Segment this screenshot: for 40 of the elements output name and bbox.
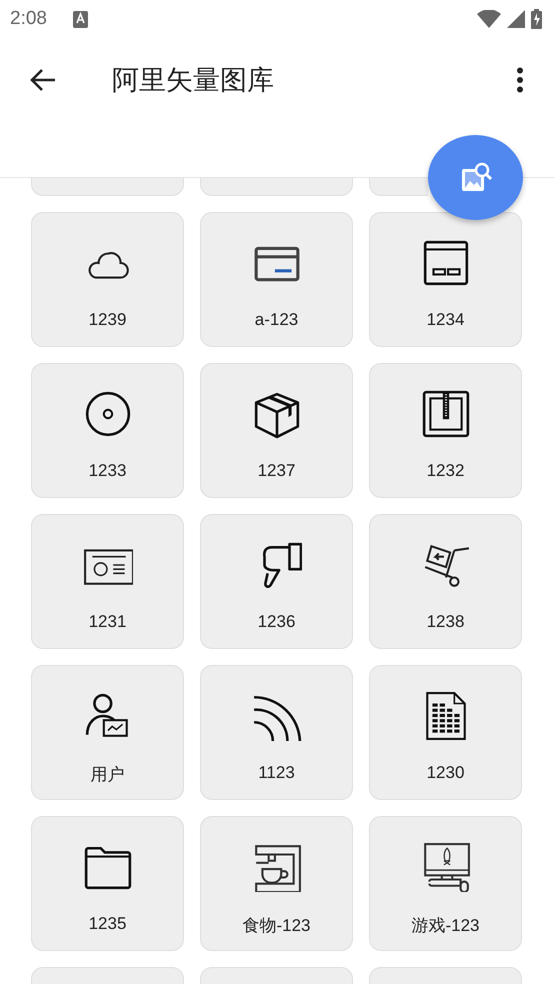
zipper-frame-icon <box>420 389 470 439</box>
icon-tile[interactable]: a-123 <box>200 212 353 347</box>
icon-label: 1239 <box>88 310 126 330</box>
icon-tile[interactable]: 游戏-123 <box>369 816 522 951</box>
wifi-icon <box>477 10 501 28</box>
icon-tile[interactable]: 1235 <box>31 816 184 951</box>
icon-label: 1233 <box>88 461 126 481</box>
icon-label: 用户 <box>90 764 124 786</box>
icon-tile[interactable]: 1231 <box>31 514 184 649</box>
icon-tile[interactable]: 1239 <box>31 212 184 347</box>
battery-charging-icon <box>531 9 542 29</box>
icon-tile[interactable]: 用户 <box>31 665 184 800</box>
icon-label: 1231 <box>88 612 126 632</box>
icon-label: 1234 <box>426 310 464 330</box>
cell-signal-icon <box>507 10 525 28</box>
icon-label: 1237 <box>258 461 296 481</box>
icon-tile[interactable]: 1232 <box>369 363 522 498</box>
icon-label: 1123 <box>258 763 295 783</box>
icon-label: 1236 <box>258 612 296 632</box>
icon-label: 食物-123 <box>242 915 311 937</box>
icon-label: a-123 <box>254 310 298 330</box>
icon-tile[interactable]: 1233 <box>31 363 184 498</box>
icon-tile[interactable]: 食物-123 <box>200 816 353 951</box>
icon-tile[interactable]: 1237 <box>200 363 353 498</box>
image-search-button[interactable] <box>428 135 523 220</box>
icon-label: 1235 <box>88 914 126 934</box>
app-title: 阿里矢量图库 <box>112 64 275 98</box>
icon-label: 1238 <box>426 612 464 632</box>
icon-tile[interactable]: 1236 <box>200 514 353 649</box>
keyboard-notification-icon <box>72 10 88 28</box>
icon-tile[interactable]: 1230 <box>369 665 522 800</box>
more-options-icon[interactable] <box>516 67 524 93</box>
icon-label: 1230 <box>426 763 464 783</box>
back-arrow-icon[interactable] <box>30 68 56 92</box>
status-time: 2:08 <box>10 8 47 30</box>
icon-label: 1232 <box>426 461 464 481</box>
icon-tile[interactable]: 1234 <box>369 212 522 347</box>
icon-label: 游戏-123 <box>411 915 480 937</box>
icon-tile[interactable]: 1123 <box>200 665 353 800</box>
icon-tile[interactable]: 1238 <box>369 514 522 649</box>
